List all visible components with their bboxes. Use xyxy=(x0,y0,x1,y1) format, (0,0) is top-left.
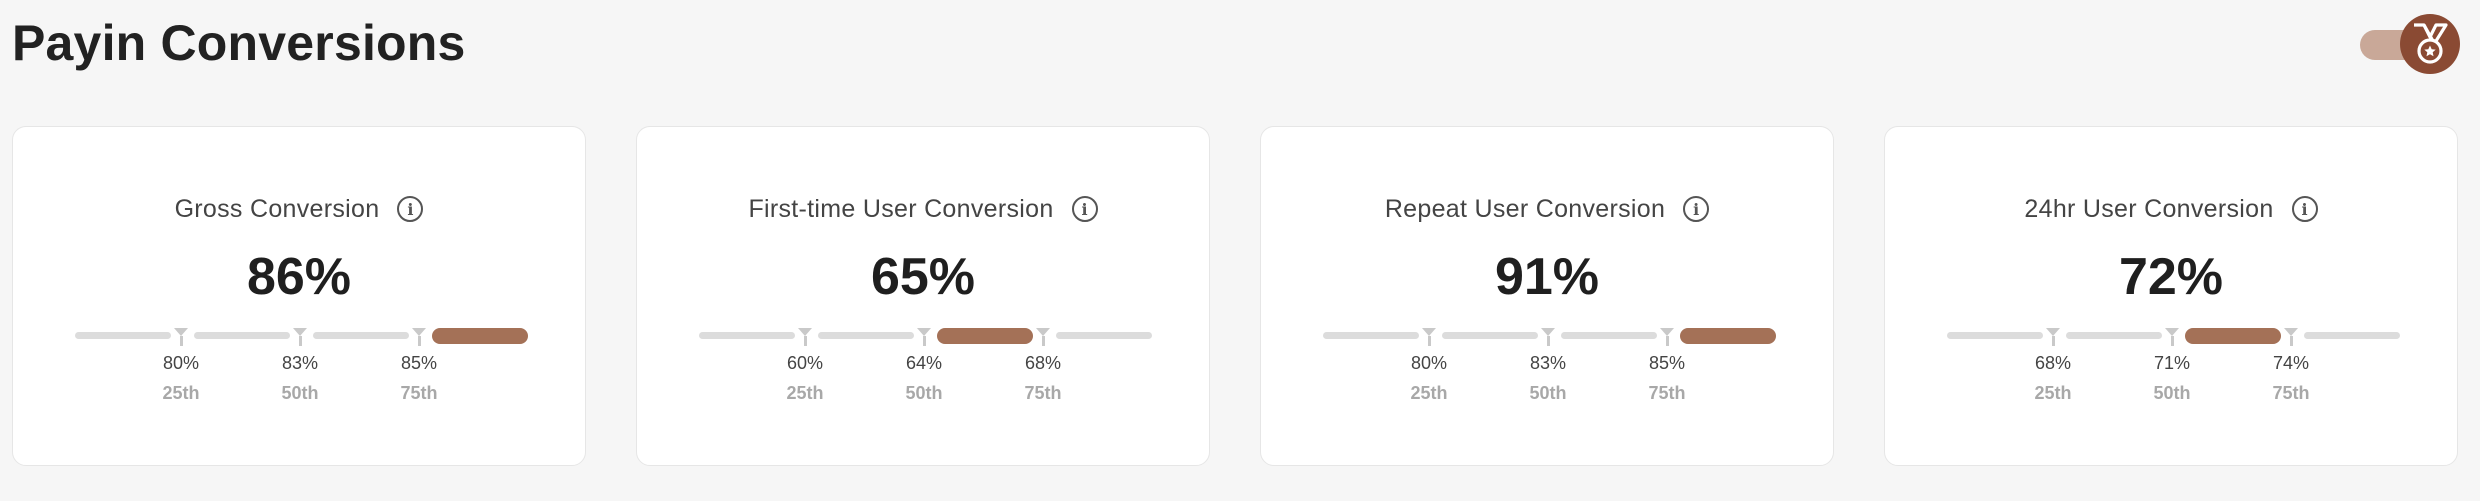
tick-value: 60% xyxy=(786,353,824,373)
percentile-segment-active xyxy=(432,328,528,344)
percentile-segment xyxy=(75,332,171,339)
tick-value: 85% xyxy=(400,353,438,373)
page-title: Payin Conversions xyxy=(12,15,466,71)
card-value: 86% xyxy=(246,248,352,306)
tick-value: 85% xyxy=(1648,353,1686,373)
percentile-segment xyxy=(1947,332,2043,339)
card-value: 91% xyxy=(1494,248,1600,306)
medal-icon[interactable] xyxy=(2400,14,2460,74)
tick-value: 68% xyxy=(2034,353,2072,373)
tick-label: 25th xyxy=(2034,383,2072,403)
percentile-segment xyxy=(2066,332,2162,339)
tick-label: 50th xyxy=(1529,383,1567,403)
percentile-segment xyxy=(313,332,409,339)
card-value: 65% xyxy=(870,248,976,306)
percentile-marker xyxy=(292,328,308,346)
percentile-segment xyxy=(1056,332,1152,339)
card-24hr-user-conversion: 24hr User Conversion i 72% 68% 71% 74% 2… xyxy=(1884,126,2458,466)
percentile-bar xyxy=(75,327,528,347)
tick-value: 71% xyxy=(2153,353,2191,373)
tick-label: 25th xyxy=(1410,383,1448,403)
tick-label: 25th xyxy=(162,383,200,403)
card-value: 72% xyxy=(2118,248,2224,306)
percentile-segment xyxy=(818,332,914,339)
percentile-marker xyxy=(2164,328,2180,346)
info-icon[interactable]: i xyxy=(1683,196,1710,222)
percentile-marker xyxy=(1421,328,1437,346)
percentile-segment xyxy=(1323,332,1419,339)
card-label: First-time User Conversion xyxy=(748,194,1054,223)
percentile-marker xyxy=(2045,328,2061,346)
info-icon[interactable]: i xyxy=(1071,196,1098,222)
percentile-bar xyxy=(1947,327,2400,347)
tick-value: 64% xyxy=(905,353,943,373)
percentile-segment-active xyxy=(1680,328,1776,344)
info-icon[interactable]: i xyxy=(397,196,424,222)
tick-value: 80% xyxy=(1410,353,1448,373)
percentile-bar xyxy=(1323,327,1776,347)
percentile-segment xyxy=(2304,332,2400,339)
tick-label: 50th xyxy=(2153,383,2191,403)
card-first-time-user-conversion: First-time User Conversion i 65% 60% 64%… xyxy=(636,126,1210,466)
tick-label: 50th xyxy=(281,383,319,403)
percentile-bar xyxy=(699,327,1152,347)
tick-label: 75th xyxy=(1648,383,1686,403)
percentile-marker xyxy=(1035,328,1051,346)
card-gross-conversion: Gross Conversion i 86% 80% 83% 85% 25th … xyxy=(12,126,586,466)
card-label: Repeat User Conversion xyxy=(1384,194,1666,223)
percentile-segment-active xyxy=(937,328,1033,344)
card-label: 24hr User Conversion xyxy=(2024,194,2274,223)
info-icon[interactable]: i xyxy=(2291,196,2318,222)
percentile-marker xyxy=(1540,328,1556,346)
percentile-segment xyxy=(194,332,290,339)
percentile-marker xyxy=(173,328,189,346)
tick-value: 80% xyxy=(162,353,200,373)
percentile-marker xyxy=(2283,328,2299,346)
tick-label: 25th xyxy=(786,383,824,403)
percentile-marker xyxy=(797,328,813,346)
tick-value: 83% xyxy=(281,353,319,373)
percentile-segment xyxy=(1561,332,1657,339)
percentile-segment xyxy=(1442,332,1538,339)
percentile-segment xyxy=(699,332,795,339)
tick-label: 75th xyxy=(2272,383,2310,403)
percentile-marker xyxy=(916,328,932,346)
tick-label: 75th xyxy=(400,383,438,403)
card-label: Gross Conversion xyxy=(174,194,380,223)
card-repeat-user-conversion: Repeat User Conversion i 91% 80% 83% 85%… xyxy=(1260,126,1834,466)
tick-value: 74% xyxy=(2272,353,2310,373)
percentile-marker xyxy=(411,328,427,346)
percentile-marker xyxy=(1659,328,1675,346)
tick-label: 50th xyxy=(905,383,943,403)
theme-toggle[interactable] xyxy=(2360,12,2462,76)
percentile-segment-active xyxy=(2185,328,2281,344)
tick-value: 68% xyxy=(1024,353,1062,373)
tick-label: 75th xyxy=(1024,383,1062,403)
tick-value: 83% xyxy=(1529,353,1567,373)
